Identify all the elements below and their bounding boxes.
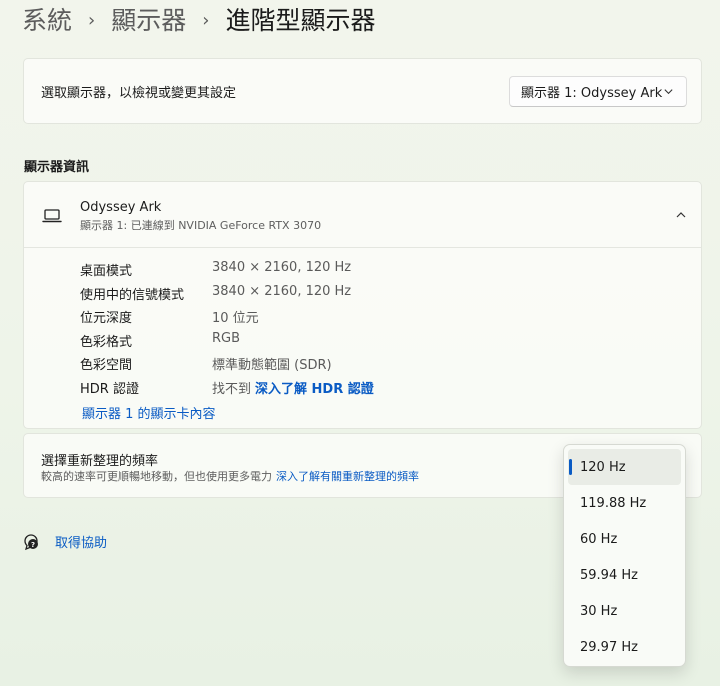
refresh-rate-dropdown-menu: 120 Hz 119.88 Hz 60 Hz 59.94 Hz 30 Hz 29…	[563, 444, 686, 667]
monitor-subtitle: 顯示器 1: 已連線到 NVIDIA GeForce RTX 3070	[80, 219, 322, 232]
info-value: 找不到 深入了解 HDR 認證	[212, 378, 374, 397]
monitor-name: Odyssey Ark	[80, 200, 162, 215]
get-help-label: 取得協助	[55, 536, 108, 551]
refresh-rate-title: 選擇重新整理的頻率	[41, 454, 159, 469]
display-select-dropdown[interactable]: 顯示器 1: Odyssey Ark	[509, 76, 687, 107]
breadcrumb-display[interactable]: 顯示器	[111, 4, 186, 38]
refresh-option-120[interactable]: 120 Hz	[568, 449, 681, 485]
section-title-display-info: 顯示器資訊	[24, 160, 90, 175]
display-info-header[interactable]: Odyssey Ark 顯示器 1: 已連線到 NVIDIA GeForce R…	[24, 182, 701, 248]
refresh-rate-description: 較高的速率可更順暢地移動，但也使用更多電力 深入了解有關重新整理的頻率	[41, 468, 419, 484]
display-info-card: Odyssey Ark 顯示器 1: 已連線到 NVIDIA GeForce R…	[23, 181, 702, 429]
refresh-rate-learn-more-link[interactable]: 深入了解有關重新整理的頻率	[276, 470, 419, 483]
chevron-right-icon: ›	[88, 10, 96, 31]
info-label: 色彩空間	[80, 358, 133, 374]
info-value: 3840 × 2160, 120 Hz	[212, 260, 352, 275]
info-label: 色彩格式	[80, 334, 133, 350]
refresh-option-29-97[interactable]: 29.97 Hz	[568, 629, 681, 665]
info-label: 使用中的信號模式	[80, 287, 185, 303]
info-label: 位元深度	[80, 311, 133, 327]
svg-text:?: ?	[31, 541, 35, 549]
info-label: HDR 認證	[80, 381, 139, 397]
chevron-up-icon[interactable]	[675, 209, 687, 221]
select-display-label: 選取顯示器，以檢視或變更其設定	[41, 86, 237, 101]
get-help-link[interactable]: ? 取得協助	[22, 532, 107, 551]
info-value: 標準動態範圍 (SDR)	[212, 358, 332, 374]
refresh-option-60[interactable]: 60 Hz	[568, 521, 681, 557]
refresh-rate-description-text: 較高的速率可更順暢地移動，但也使用更多電力	[41, 470, 272, 483]
help-icon: ?	[24, 533, 38, 550]
refresh-option-59-94[interactable]: 59.94 Hz	[568, 557, 681, 593]
page-title: 進階型顯示器	[225, 6, 376, 35]
info-value: 3840 × 2160, 120 Hz	[212, 283, 352, 299]
laptop-icon	[42, 209, 62, 223]
breadcrumb: 系統 › 顯示器 › 進階型顯示器	[22, 4, 375, 38]
chevron-right-icon: ›	[202, 10, 210, 31]
display-select-value: 顯示器 1: Odyssey Ark	[521, 86, 663, 101]
chevron-down-icon	[664, 89, 673, 95]
refresh-option-30[interactable]: 30 Hz	[568, 593, 681, 629]
hdr-value: 找不到	[212, 381, 252, 397]
select-display-card: 選取顯示器，以檢視或變更其設定 顯示器 1: Odyssey Ark	[23, 58, 702, 124]
info-value: 10 位元	[212, 311, 259, 327]
adapter-properties-link[interactable]: 顯示器 1 的顯示卡內容	[82, 403, 216, 422]
refresh-option-119-88[interactable]: 119.88 Hz	[568, 485, 681, 521]
info-label: 桌面模式	[80, 264, 133, 279]
breadcrumb-system[interactable]: 系統	[22, 4, 72, 38]
info-value: RGB	[212, 330, 241, 346]
hdr-learn-more-link[interactable]: 深入了解 HDR 認證	[255, 382, 374, 397]
